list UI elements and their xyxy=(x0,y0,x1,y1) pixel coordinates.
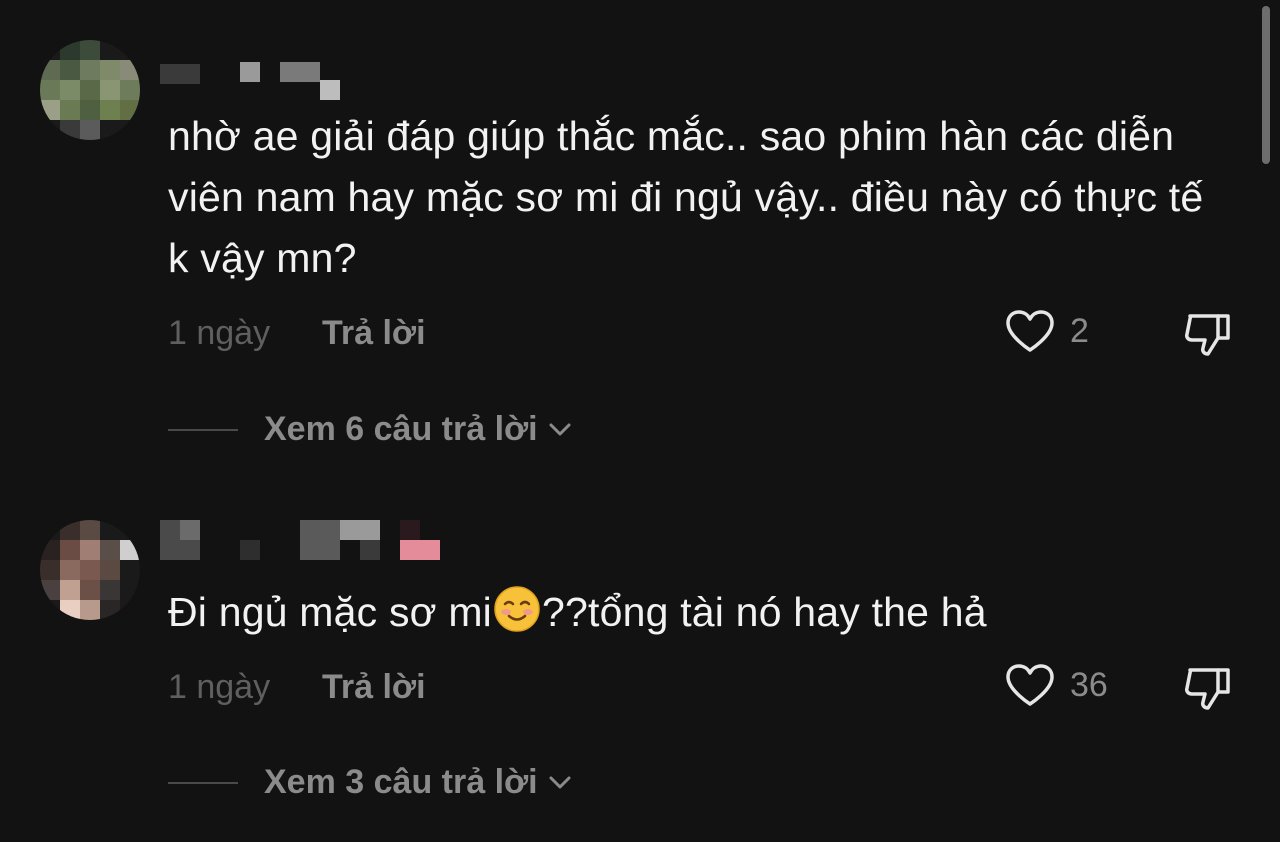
chevron-down-icon xyxy=(549,776,571,788)
avatar[interactable] xyxy=(40,520,140,620)
like-button[interactable]: 2 xyxy=(1004,308,1089,354)
reply-button[interactable]: Trả lời xyxy=(322,314,426,353)
comment-text: nhờ ae giải đáp giúp thắc mắc.. sao phim… xyxy=(168,113,1204,281)
username-blurred[interactable] xyxy=(160,58,360,100)
dislike-icon[interactable] xyxy=(1182,308,1234,360)
chevron-down-icon xyxy=(549,423,571,435)
dislike-icon[interactable] xyxy=(1182,662,1234,714)
heart-icon xyxy=(1006,664,1054,706)
comment-text-part: Đi ngủ mặc sơ mi xyxy=(168,589,492,635)
avatar[interactable] xyxy=(40,40,140,140)
view-replies-label: Xem 6 câu trả lời xyxy=(264,410,538,448)
divider-line xyxy=(168,781,238,784)
comment-text: Đi ngủ mặc sơ mi ??tổng tài nó hay the h… xyxy=(168,582,1228,643)
divider-line xyxy=(168,428,238,431)
username-blurred[interactable] xyxy=(160,520,450,560)
like-count: 2 xyxy=(1070,311,1089,350)
reply-button[interactable]: Trả lời xyxy=(322,668,426,707)
scrollbar[interactable] xyxy=(1262,6,1270,164)
view-replies-label: Xem 3 câu trả lời xyxy=(264,763,538,801)
like-button[interactable]: 36 xyxy=(1004,662,1108,708)
view-replies-button[interactable]: Xem 6 câu trả lời xyxy=(168,410,572,449)
like-count: 36 xyxy=(1070,665,1108,704)
comment-time: 1 ngày xyxy=(168,314,271,352)
smiling-face-icon xyxy=(494,586,540,632)
comment-time: 1 ngày xyxy=(168,668,271,706)
heart-icon xyxy=(1006,310,1054,352)
comment-text-part: ??tổng tài nó hay the hả xyxy=(542,589,987,635)
view-replies-button[interactable]: Xem 3 câu trả lời xyxy=(168,763,572,802)
